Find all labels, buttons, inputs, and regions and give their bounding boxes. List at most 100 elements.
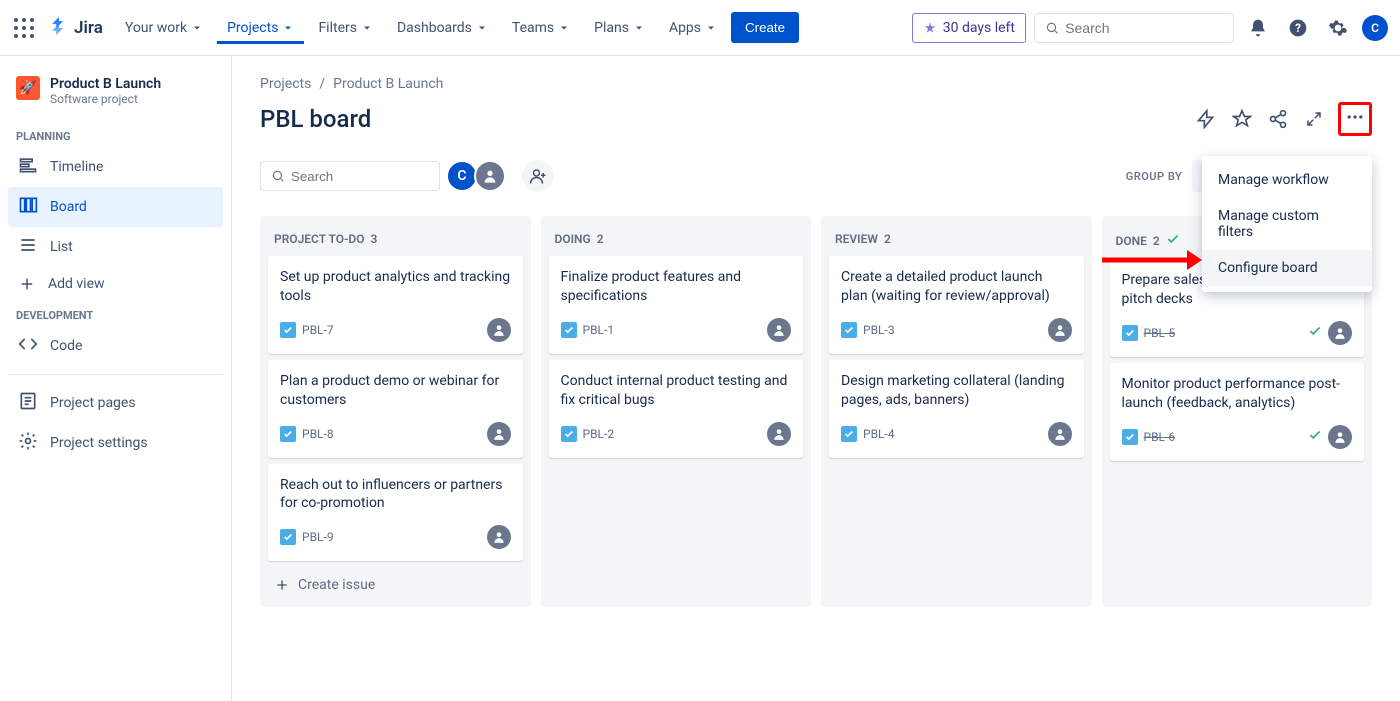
card-title: Reach out to influencers or partners for… [280, 476, 511, 514]
sidebar-divider [8, 374, 223, 375]
issue-key: PBL-7 [280, 322, 334, 338]
trial-days-pill[interactable]: 30 days left [912, 13, 1026, 43]
automation-icon[interactable] [1194, 107, 1218, 131]
done-check-icon [1308, 428, 1322, 446]
assignee-avatar[interactable] [1048, 318, 1072, 342]
create-issue-button[interactable]: Create issue [268, 567, 523, 593]
column-header: PROJECT TO-DO 3 [268, 226, 523, 256]
project-header[interactable]: 🚀 Product B Launch Software project [8, 76, 223, 122]
chevron-down-icon [558, 22, 570, 34]
card-title: Plan a product demo or webinar for custo… [280, 372, 511, 410]
sidebar-item-label: Code [50, 338, 82, 354]
task-icon [841, 322, 857, 338]
assignee-avatar[interactable] [767, 422, 791, 446]
issue-card[interactable]: Finalize product features and specificat… [549, 256, 804, 354]
arrow-annotation [1102, 248, 1202, 276]
star-icon[interactable] [1230, 107, 1254, 131]
sidebar-item-board[interactable]: Board [8, 187, 223, 227]
breadcrumb-project[interactable]: Product B Launch [333, 76, 443, 92]
help-icon[interactable]: ? [1282, 12, 1314, 44]
issue-card[interactable]: Monitor product performance post-launch … [1110, 363, 1365, 461]
search-icon [1045, 20, 1059, 36]
nav-item-dashboards[interactable]: Dashboards [387, 12, 498, 44]
assignee-avatar[interactable] [1048, 422, 1072, 446]
assignee-avatar[interactable] [1328, 321, 1352, 345]
board-search[interactable] [260, 161, 440, 191]
issue-key: PBL-9 [280, 529, 334, 545]
sidebar-item-label: Project settings [50, 435, 148, 451]
task-icon [841, 426, 857, 442]
global-search-input[interactable] [1065, 20, 1223, 36]
sidebar-item-list[interactable]: List [8, 227, 223, 267]
global-search[interactable] [1034, 13, 1234, 43]
issue-card[interactable]: Plan a product demo or webinar for custo… [268, 360, 523, 458]
issue-card[interactable]: Reach out to influencers or partners for… [268, 464, 523, 562]
avatar-unassigned[interactable] [474, 160, 506, 192]
top-navigation: Jira Your workProjectsFiltersDashboardsT… [0, 0, 1400, 56]
assignee-avatar[interactable] [1328, 425, 1352, 449]
app-switcher-icon[interactable] [12, 16, 36, 40]
add-people-button[interactable] [522, 160, 554, 192]
sidebar-item-timeline[interactable]: Timeline [8, 147, 223, 187]
issue-card[interactable]: Conduct internal product testing and fix… [549, 360, 804, 458]
chevron-down-icon [282, 22, 294, 34]
nav-item-projects[interactable]: Projects [217, 12, 304, 44]
sidebar-item-label: Project pages [50, 395, 136, 411]
chevron-down-icon [361, 22, 373, 34]
issue-card[interactable]: Design marketing collateral (landing pag… [829, 360, 1084, 458]
project-icon: 🚀 [16, 76, 40, 100]
more-actions-button[interactable] [1338, 102, 1372, 136]
sidebar-item-code[interactable]: Code [8, 326, 223, 366]
avatar-group: C [450, 160, 506, 192]
planning-label: PLANNING [8, 122, 223, 147]
project-type: Software project [50, 92, 161, 106]
issue-card[interactable]: Create a detailed product launch plan (w… [829, 256, 1084, 354]
nav-item-your-work[interactable]: Your work [115, 12, 213, 44]
sidebar-add-view[interactable]: Add view [8, 267, 223, 301]
column-header: DOING 2 [549, 226, 804, 256]
menu-item-manage-workflow[interactable]: Manage workflow [1202, 162, 1372, 198]
task-icon [561, 322, 577, 338]
plus-icon [274, 577, 290, 593]
issue-key: PBL-8 [280, 426, 334, 442]
development-label: DEVELOPMENT [8, 301, 223, 326]
issue-key: PBL-4 [841, 426, 895, 442]
settings-icon[interactable] [1322, 12, 1354, 44]
assignee-avatar[interactable] [767, 318, 791, 342]
project-settings-icon [18, 431, 38, 455]
board-search-input[interactable] [291, 169, 429, 184]
nav-item-filters[interactable]: Filters [308, 12, 383, 44]
create-button[interactable]: Create [731, 12, 799, 43]
jira-logo[interactable]: Jira [48, 17, 103, 39]
notifications-icon[interactable] [1242, 12, 1274, 44]
user-avatar[interactable]: C [1362, 15, 1388, 41]
trial-label: 30 days left [943, 20, 1015, 36]
column-header: REVIEW 2 [829, 226, 1084, 256]
sidebar-item-project-settings[interactable]: Project settings [8, 423, 223, 463]
task-icon [280, 322, 296, 338]
nav-item-teams[interactable]: Teams [502, 12, 580, 44]
more-actions-menu: Manage workflowManage custom filtersConf… [1202, 156, 1372, 292]
sidebar: 🚀 Product B Launch Software project PLAN… [0, 56, 232, 701]
issue-key: PBL-3 [841, 322, 895, 338]
main-content: Projects / Product B Launch PBL board Ma… [232, 56, 1400, 701]
menu-item-manage-custom-filters[interactable]: Manage custom filters [1202, 198, 1372, 250]
assignee-avatar[interactable] [487, 422, 511, 446]
assignee-avatar[interactable] [487, 525, 511, 549]
nav-item-apps[interactable]: Apps [659, 12, 727, 44]
breadcrumb-projects[interactable]: Projects [260, 76, 311, 92]
fullscreen-icon[interactable] [1302, 107, 1326, 131]
nav-item-plans[interactable]: Plans [584, 12, 655, 44]
issue-card[interactable]: Set up product analytics and tracking to… [268, 256, 523, 354]
issue-key: PBL-1 [561, 322, 615, 338]
task-icon [280, 426, 296, 442]
card-title: Finalize product features and specificat… [561, 268, 792, 306]
svg-text:?: ? [1295, 21, 1301, 35]
sidebar-item-label: Timeline [50, 159, 103, 175]
share-icon[interactable] [1266, 107, 1290, 131]
add-view-label: Add view [48, 276, 105, 292]
sidebar-item-project-pages[interactable]: Project pages [8, 383, 223, 423]
search-icon [271, 168, 285, 184]
menu-item-configure-board[interactable]: Configure board [1202, 250, 1372, 286]
assignee-avatar[interactable] [487, 318, 511, 342]
